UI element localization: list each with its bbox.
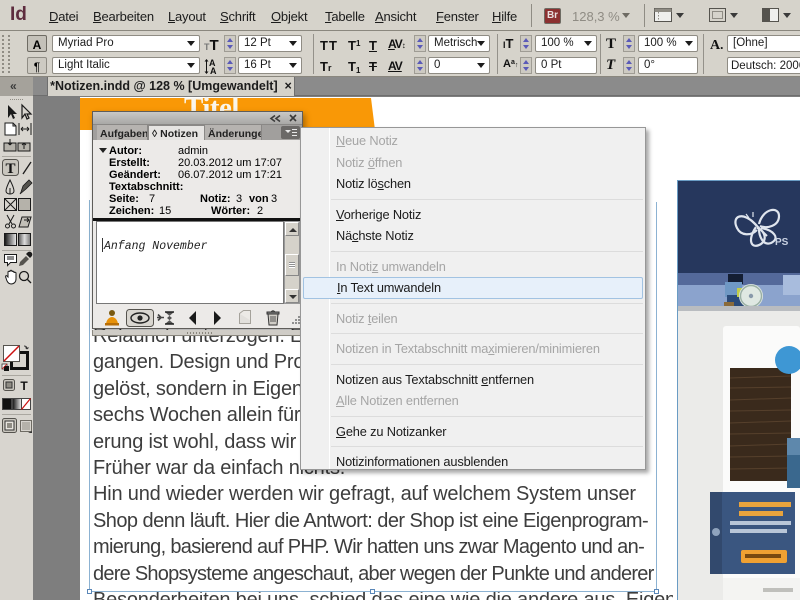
svg-text:T: T	[5, 161, 15, 177]
svg-text:A: A	[210, 66, 217, 75]
svg-text:T: T	[20, 379, 28, 393]
svg-text:PS: PS	[775, 237, 789, 248]
